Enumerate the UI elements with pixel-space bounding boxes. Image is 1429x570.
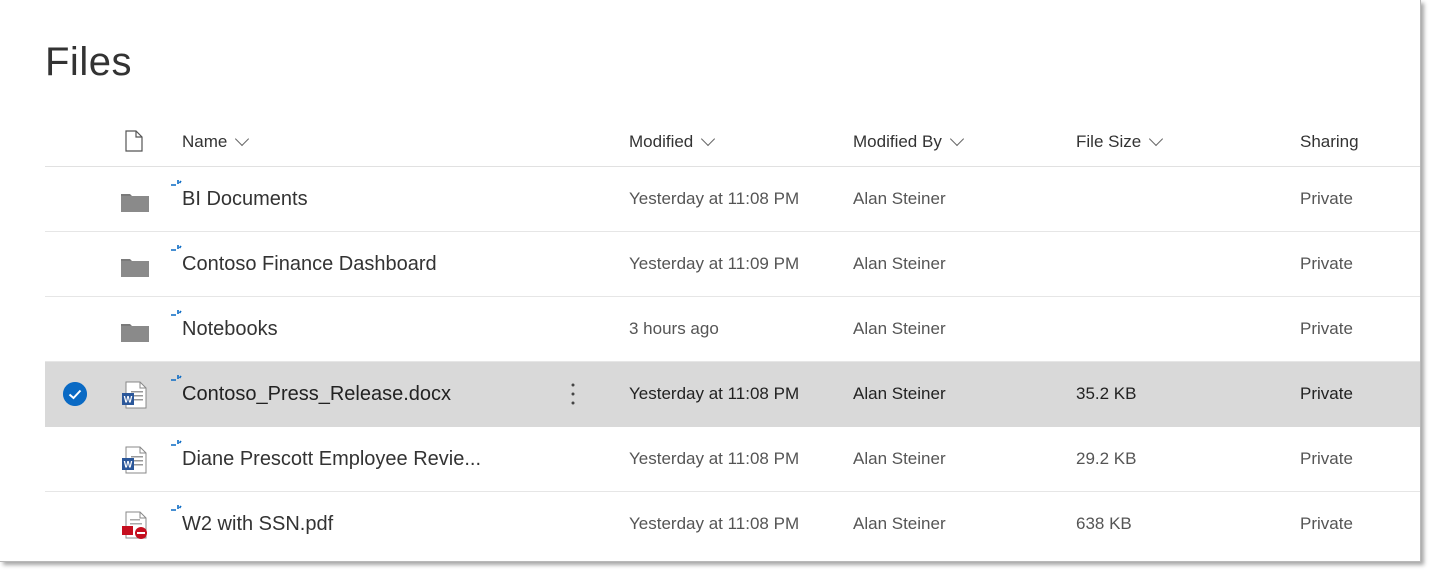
file-name-link[interactable]: Notebooks [182, 297, 278, 361]
chevron-down-icon [701, 131, 716, 147]
table-row-selected[interactable]: W Contoso_Press_Release.docx Yesterday a… [45, 362, 1420, 427]
pdf-blocked-icon [122, 511, 147, 539]
file-name-link[interactable]: Diane Prescott Employee Revie... [182, 427, 481, 491]
sharing-status: Private [1300, 189, 1353, 208]
table-row[interactable]: W Diane Prescott Employee Revie... Yeste… [45, 427, 1420, 492]
chevron-down-icon [235, 131, 250, 147]
modified-by: Alan Steiner [853, 254, 946, 273]
column-header-modified-by-label: Modified By [853, 132, 942, 151]
column-header-file-size[interactable]: File Size [1076, 131, 1164, 152]
file-name-link[interactable]: W2 with SSN.pdf [182, 492, 333, 556]
column-header-modified-label: Modified [629, 132, 694, 151]
modified-date: Yesterday at 11:08 PM [629, 514, 800, 533]
column-header-sharing[interactable]: Sharing [1300, 132, 1359, 152]
modified-by: Alan Steiner [853, 449, 946, 468]
word-document-icon: W [122, 381, 147, 409]
file-name-link[interactable]: Contoso Finance Dashboard [182, 232, 437, 296]
modified-date: Yesterday at 11:09 PM [629, 254, 800, 273]
selected-checkmark-icon[interactable] [63, 382, 87, 406]
file-list: BI Documents Yesterday at 11:08 PM Alan … [45, 167, 1420, 556]
modified-date: Yesterday at 11:08 PM [629, 384, 800, 403]
word-document-icon: W [122, 446, 147, 474]
sharing-status: Private [1300, 319, 1353, 338]
file-type-column-icon[interactable] [125, 130, 143, 152]
modified-by: Alan Steiner [853, 514, 946, 533]
file-size: 638 KB [1076, 514, 1132, 533]
column-header-name[interactable]: Name [182, 131, 250, 152]
modified-date: Yesterday at 11:08 PM [629, 449, 800, 468]
file-name-link[interactable]: BI Documents [182, 167, 308, 231]
svg-text:W: W [124, 395, 133, 405]
chevron-down-icon [1149, 131, 1164, 147]
folder-icon [121, 324, 149, 342]
column-header-file-size-label: File Size [1076, 132, 1142, 151]
svg-text:W: W [124, 460, 133, 470]
file-size: 29.2 KB [1076, 449, 1137, 468]
sharing-status: Private [1300, 384, 1353, 403]
table-row[interactable]: Notebooks 3 hours ago Alan Steiner Priva… [45, 297, 1420, 362]
more-actions-icon[interactable] [567, 381, 579, 407]
column-header-modified-by[interactable]: Modified By [853, 131, 964, 152]
sharing-status: Private [1300, 514, 1353, 533]
table-row[interactable]: BI Documents Yesterday at 11:08 PM Alan … [45, 167, 1420, 232]
folder-icon [121, 259, 149, 277]
modified-by: Alan Steiner [853, 189, 946, 208]
sharing-status: Private [1300, 449, 1353, 468]
table-row[interactable]: W2 with SSN.pdf Yesterday at 11:08 PM Al… [45, 492, 1420, 556]
table-row[interactable]: Contoso Finance Dashboard Yesterday at 1… [45, 232, 1420, 297]
column-header-row: Name Modified Modified By File Size Shar… [45, 118, 1420, 167]
modified-by: Alan Steiner [853, 319, 946, 338]
page-title: Files [45, 40, 132, 84]
modified-date: 3 hours ago [629, 319, 719, 338]
modified-by: Alan Steiner [853, 384, 946, 403]
file-size: 35.2 KB [1076, 384, 1137, 403]
files-panel: Files Name Modified Modified By File Siz… [0, 0, 1421, 562]
sharing-status: Private [1300, 254, 1353, 273]
column-header-modified[interactable]: Modified [629, 131, 716, 152]
column-header-sharing-label: Sharing [1300, 132, 1359, 151]
column-header-name-label: Name [182, 132, 228, 151]
chevron-down-icon [949, 131, 964, 147]
file-name-link[interactable]: Contoso_Press_Release.docx [182, 362, 451, 426]
folder-icon [121, 194, 149, 212]
modified-date: Yesterday at 11:08 PM [629, 189, 800, 208]
